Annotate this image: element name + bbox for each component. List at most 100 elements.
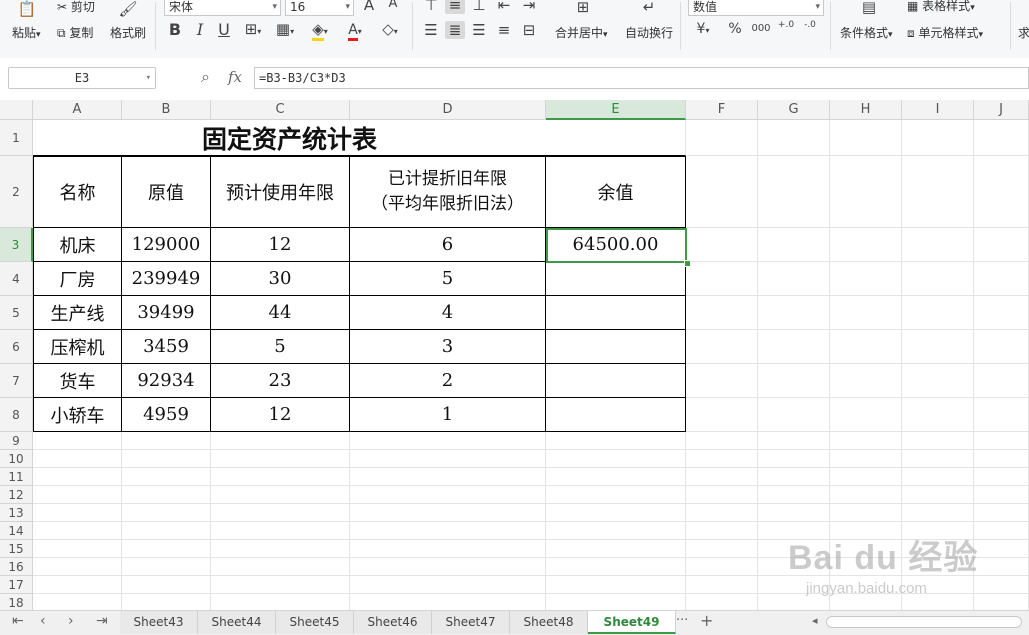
justify-icon[interactable]: ≡ [495, 21, 513, 39]
table-row-elapsed[interactable]: 4 [350, 296, 546, 330]
empty-cell[interactable] [546, 540, 686, 558]
format-painter-button[interactable]: 格式刷 [110, 24, 146, 41]
header-cell-residual[interactable]: 余值 [546, 156, 686, 228]
column-header-b[interactable]: B [122, 100, 211, 120]
empty-cell[interactable] [974, 120, 1029, 156]
cell-fill-icon[interactable]: ▦▾ [272, 20, 298, 38]
row-header-11[interactable]: 11 [0, 468, 33, 486]
empty-cell[interactable] [758, 504, 830, 522]
row-header-3[interactable]: 3 [0, 228, 33, 262]
empty-cell[interactable] [830, 504, 902, 522]
empty-cell[interactable] [686, 364, 758, 398]
empty-cell[interactable] [350, 486, 546, 504]
empty-cell[interactable] [686, 262, 758, 296]
empty-cell[interactable] [758, 120, 830, 156]
row-header-7[interactable]: 7 [0, 364, 33, 398]
empty-cell[interactable] [974, 330, 1029, 364]
empty-cell[interactable] [686, 576, 758, 594]
grow-font-button[interactable]: A [360, 0, 378, 14]
align-center-icon[interactable]: ≣ [445, 21, 465, 39]
column-header-e[interactable]: E [546, 100, 686, 120]
number-format-select[interactable]: 数值 ▾ [688, 0, 824, 16]
table-row-elapsed[interactable]: 3 [350, 330, 546, 364]
horizontal-scrollbar[interactable] [826, 616, 1022, 628]
empty-cell[interactable] [686, 156, 758, 228]
empty-cell[interactable] [122, 432, 211, 450]
table-style-button[interactable]: ▦ 表格样式▾ [907, 0, 975, 14]
header-cell-years[interactable]: 预计使用年限 [211, 156, 350, 228]
empty-cell[interactable] [902, 120, 974, 156]
empty-cell[interactable] [974, 364, 1029, 398]
table-row-years[interactable]: 23 [211, 364, 350, 398]
table-row-years[interactable]: 12 [211, 398, 350, 432]
empty-cell[interactable] [33, 468, 122, 486]
empty-cell[interactable] [211, 522, 350, 540]
align-right-icon[interactable]: ☰ [470, 21, 488, 39]
empty-cell[interactable] [758, 156, 830, 228]
empty-cell[interactable] [902, 450, 974, 468]
decrease-decimal-button[interactable]: -.0 [800, 21, 820, 30]
cut-button[interactable]: ✂ 剪切 [57, 0, 95, 15]
empty-cell[interactable] [122, 522, 211, 540]
empty-cell[interactable] [686, 228, 758, 262]
row-header-2[interactable]: 2 [0, 156, 33, 228]
row-header-6[interactable]: 6 [0, 330, 33, 364]
function-wizard-button[interactable]: fx [228, 68, 242, 86]
empty-cell[interactable] [686, 450, 758, 468]
row-header-16[interactable]: 16 [0, 558, 33, 576]
empty-cell[interactable] [350, 540, 546, 558]
empty-cell[interactable] [122, 540, 211, 558]
column-header-d[interactable]: D [350, 100, 546, 120]
column-header-a[interactable]: A [33, 100, 122, 120]
empty-cell[interactable] [546, 576, 686, 594]
cell-style-button[interactable]: ⧈ 单元格样式▾ [907, 24, 983, 41]
table-title-cell[interactable]: 固定资产统计表 [33, 120, 546, 156]
font-name-select[interactable]: 宋体 ▾ [164, 0, 281, 16]
first-sheet-icon[interactable]: ⇤ [12, 613, 24, 629]
empty-cell[interactable] [758, 228, 830, 262]
sheet-tab-sheet49[interactable]: Sheet49 [588, 611, 676, 634]
empty-cell[interactable] [350, 450, 546, 468]
empty-cell[interactable] [902, 330, 974, 364]
empty-cell[interactable] [974, 468, 1029, 486]
decrease-indent-icon[interactable]: ⇤ [495, 0, 513, 14]
empty-cell[interactable] [902, 156, 974, 228]
empty-cell[interactable] [902, 364, 974, 398]
empty-cell[interactable] [758, 432, 830, 450]
column-header-g[interactable]: G [758, 100, 830, 120]
sheet-tab-sheet45[interactable]: Sheet45 [276, 611, 354, 634]
row-header-10[interactable]: 10 [0, 450, 33, 468]
table-row-original[interactable]: 4959 [122, 398, 211, 432]
empty-cell[interactable] [758, 364, 830, 398]
name-box[interactable]: E3 ▾ [8, 67, 156, 89]
empty-cell[interactable] [122, 450, 211, 468]
empty-cell[interactable] [902, 486, 974, 504]
empty-cell[interactable] [211, 576, 350, 594]
empty-cell[interactable] [902, 262, 974, 296]
header-cell-name[interactable]: 名称 [33, 156, 122, 228]
table-row-original[interactable]: 39499 [122, 296, 211, 330]
empty-cell[interactable] [122, 576, 211, 594]
header-cell-elapsed[interactable]: 已计提折旧年限 （平均年限折旧法） [350, 156, 546, 228]
row-header-1[interactable]: 1 [0, 120, 33, 156]
table-row-original[interactable]: 129000 [122, 228, 211, 262]
empty-cell[interactable] [902, 432, 974, 450]
table-row-residual[interactable] [546, 330, 686, 364]
empty-cell[interactable] [350, 522, 546, 540]
empty-cell[interactable] [546, 558, 686, 576]
table-row-residual[interactable] [546, 262, 686, 296]
empty-cell[interactable] [830, 432, 902, 450]
more-sheets-button[interactable]: ··· [676, 613, 688, 628]
last-sheet-icon[interactable]: ⇥ [96, 613, 108, 629]
empty-cell[interactable] [33, 432, 122, 450]
empty-cell[interactable] [974, 558, 1029, 576]
column-header-h[interactable]: H [830, 100, 902, 120]
thousands-separator-button[interactable]: 000 [750, 23, 772, 34]
empty-cell[interactable] [686, 432, 758, 450]
empty-cell[interactable] [211, 558, 350, 576]
align-top-icon[interactable]: ⊤ [422, 0, 440, 14]
empty-cell[interactable] [830, 330, 902, 364]
empty-cell[interactable] [350, 504, 546, 522]
empty-cell[interactable] [33, 540, 122, 558]
empty-cell[interactable] [830, 120, 902, 156]
